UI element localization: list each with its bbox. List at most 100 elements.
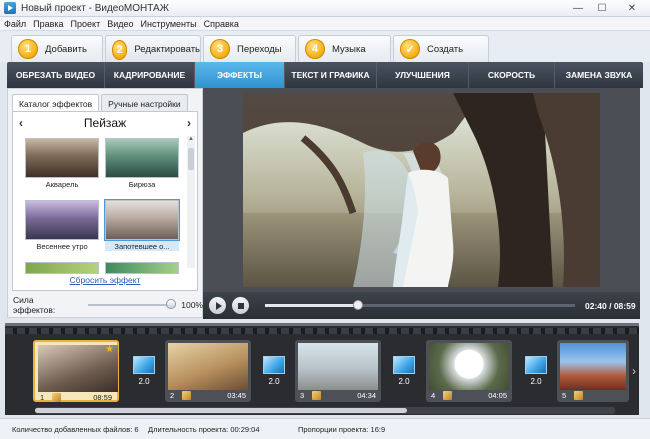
seek-bar[interactable]	[265, 300, 575, 310]
clip-thumbnail	[560, 343, 626, 390]
transition-duration: 2.0	[530, 377, 542, 386]
status-aspect-ratio: Пропорции проекта: 16:9	[298, 424, 386, 434]
effect-item[interactable]	[105, 262, 179, 274]
edit-pencil-icon[interactable]	[52, 393, 61, 402]
play-icon	[215, 301, 222, 310]
timeline-clip[interactable]: 3 04:34	[295, 340, 381, 402]
minimize-button[interactable]: —	[566, 0, 590, 17]
clip-thumbnail	[429, 343, 509, 390]
effect-item[interactable]: Акварель	[25, 138, 99, 189]
tab-effects-catalog[interactable]: Каталог эффектов	[12, 94, 100, 112]
effect-item[interactable]: Бирюза	[105, 138, 179, 189]
clip-duration: 04:34	[357, 391, 376, 400]
edit-pencil-icon[interactable]	[443, 391, 452, 400]
subnav-crop[interactable]: КАДРИРОВАНИЕ	[105, 62, 195, 88]
effects-scrollbar[interactable]: ▲	[187, 136, 195, 268]
clip-number: 4	[431, 391, 436, 400]
edit-pencil-icon[interactable]	[182, 391, 191, 400]
effect-item[interactable]	[25, 262, 99, 274]
play-button[interactable]	[209, 297, 226, 314]
timeline-clip[interactable]: 4 04:05	[426, 340, 512, 402]
step-number-badge: 2	[112, 39, 128, 60]
chevron-left-icon[interactable]: ‹	[19, 116, 23, 130]
step-music[interactable]: 4 Музыка	[298, 35, 391, 62]
maximize-button[interactable]: ☐	[590, 0, 614, 17]
strength-label: Сила эффектов:	[13, 295, 56, 315]
subnav-trim[interactable]: ОБРЕЗАТЬ ВИДЕО	[7, 62, 105, 88]
app-icon	[4, 2, 16, 14]
strength-slider-knob[interactable]	[166, 299, 177, 309]
subnav-speed[interactable]: СКОРОСТЬ	[469, 62, 555, 88]
strength-slider[interactable]	[88, 299, 177, 309]
menu-file[interactable]: Файл	[4, 19, 26, 29]
effect-thumbnail	[25, 138, 99, 178]
star-icon: ★	[105, 344, 114, 355]
status-bar: Количество добавленных файлов: 6 Длитель…	[0, 418, 650, 439]
transition-slot[interactable]: 2.0	[522, 356, 550, 386]
menu-help[interactable]: Справка	[204, 19, 239, 29]
chevron-right-icon[interactable]: ›	[632, 364, 636, 378]
clip-duration: 03:45	[227, 391, 246, 400]
transition-slot[interactable]: 2.0	[130, 356, 158, 386]
edit-subnav: ОБРЕЗАТЬ ВИДЕО КАДРИРОВАНИЕ ЭФФЕКТЫ ТЕКС…	[7, 62, 643, 88]
timeline-clip[interactable]: 1 08:59 ★	[33, 340, 119, 402]
step-create[interactable]: ✓ Создать	[393, 35, 489, 62]
effect-thumbnail	[105, 138, 179, 178]
subnav-text-graphics[interactable]: ТЕКСТ И ГРАФИКА	[285, 62, 377, 88]
effect-caption: Весеннее утро	[36, 242, 88, 251]
transition-duration: 2.0	[398, 377, 410, 386]
close-button[interactable]: ✕	[614, 0, 650, 17]
clip-number: 2	[170, 391, 175, 400]
stop-button[interactable]	[232, 297, 249, 314]
transition-duration: 2.0	[268, 377, 280, 386]
effects-tabs: Каталог эффектов Ручные настройки	[12, 94, 190, 112]
menu-edit[interactable]: Правка	[33, 19, 63, 29]
effect-item[interactable]: Весеннее утро	[25, 200, 99, 251]
step-number-badge: 4	[305, 39, 325, 59]
transition-slot[interactable]: 2.0	[390, 356, 418, 386]
subnav-replace-audio[interactable]: ЗАМЕНА ЗВУКА	[555, 62, 643, 88]
step-tabs: 1 Добавить 2 Редактировать 3 Переходы 4 …	[0, 31, 650, 63]
reset-effect-link[interactable]: Сбросить эффект	[13, 275, 197, 285]
timeline-clip[interactable]: 5	[557, 340, 629, 402]
timeline-clip[interactable]: 2 03:45	[165, 340, 251, 402]
effect-item-selected[interactable]: Запотевшее о...	[104, 199, 180, 251]
seek-knob[interactable]	[353, 300, 363, 310]
stop-icon	[237, 302, 244, 309]
subnav-enhance[interactable]: УЛУЧШЕНИЯ	[377, 62, 469, 88]
transition-slot[interactable]: 2.0	[260, 356, 288, 386]
window-title: Новый проект - ВидеоМОНТАЖ	[21, 2, 169, 14]
clip-number: 1	[40, 393, 45, 402]
step-add[interactable]: 1 Добавить	[11, 35, 103, 62]
effect-thumbnail	[104, 199, 180, 241]
menu-bar: Файл Правка Проект Видео Инструменты Спр…	[0, 17, 650, 31]
status-duration: Длительность проекта: 00:29:04	[148, 424, 260, 434]
window-controls: — ☐ ✕	[566, 0, 650, 17]
transition-duration: 2.0	[138, 377, 150, 386]
subnav-effects[interactable]: ЭФФЕКТЫ	[195, 62, 285, 88]
timeline: 1 08:59 ★ 2.0 2 03:45 2.0 3 04:34 2.0 4 …	[5, 323, 639, 415]
scroll-up-icon[interactable]: ▲	[187, 136, 195, 142]
timeline-scroll-thumb[interactable]	[35, 408, 407, 413]
scroll-thumb[interactable]	[188, 148, 194, 170]
effect-caption: Запотевшее о...	[114, 242, 170, 251]
transition-icon	[263, 356, 285, 374]
menu-tools[interactable]: Инструменты	[141, 19, 197, 29]
chevron-right-icon[interactable]: ›	[187, 116, 191, 130]
clip-thumbnail	[298, 343, 378, 390]
title-bar: Новый проект - ВидеоМОНТАЖ — ☐ ✕	[0, 0, 650, 17]
transition-icon	[393, 356, 415, 374]
timeline-scrollbar[interactable]	[35, 407, 615, 414]
edit-pencil-icon[interactable]	[574, 391, 583, 400]
preview-frame	[243, 93, 600, 287]
clip-number: 5	[562, 391, 567, 400]
edit-pencil-icon[interactable]	[312, 391, 321, 400]
step-edit[interactable]: 2 Редактировать	[105, 35, 201, 63]
step-number-badge: ✓	[400, 39, 420, 59]
menu-project[interactable]: Проект	[71, 19, 101, 29]
transition-icon	[525, 356, 547, 374]
menu-video[interactable]: Видео	[107, 19, 133, 29]
effect-caption: Бирюза	[128, 180, 156, 189]
step-transitions[interactable]: 3 Переходы	[203, 35, 296, 62]
tab-manual-settings[interactable]: Ручные настройки	[101, 94, 188, 112]
